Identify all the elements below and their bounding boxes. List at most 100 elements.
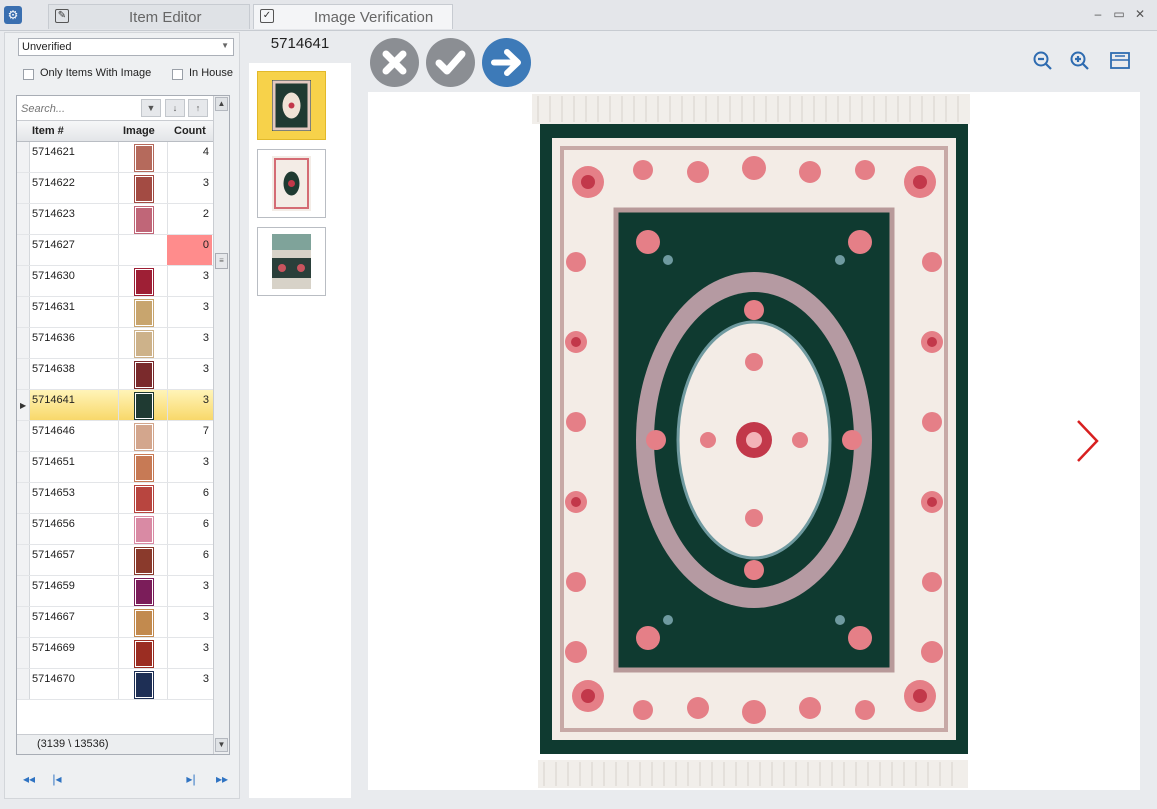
image-count: 3 bbox=[202, 270, 209, 282]
tab-image-verification[interactable]: ✓ Image Verification bbox=[253, 4, 453, 29]
image-cell bbox=[118, 607, 168, 637]
maximize-button[interactable]: ▭ bbox=[1111, 6, 1127, 22]
close-button[interactable]: ✕ bbox=[1132, 6, 1148, 22]
table-row[interactable]: 5714627 0 bbox=[17, 235, 213, 266]
table-row[interactable]: 5714621 4 bbox=[17, 142, 213, 173]
minimize-button[interactable]: – bbox=[1090, 6, 1106, 22]
table-row[interactable]: 5714667 3 bbox=[17, 607, 213, 638]
image-cell bbox=[118, 390, 168, 420]
image-thumbnail[interactable] bbox=[257, 71, 326, 140]
fit-page-icon[interactable] bbox=[1108, 50, 1130, 72]
image-cell bbox=[118, 328, 168, 358]
zoom-out-icon[interactable] bbox=[1032, 50, 1054, 72]
row-indicator bbox=[17, 204, 30, 234]
rug-thumbnail bbox=[135, 610, 153, 636]
approve-button[interactable] bbox=[426, 38, 475, 87]
row-indicator bbox=[17, 514, 30, 544]
previous-page-icon[interactable]: |◂ bbox=[48, 772, 66, 786]
reject-button[interactable] bbox=[370, 38, 419, 87]
column-header-image[interactable]: Image bbox=[123, 125, 155, 137]
item-number: 5714669 bbox=[32, 642, 75, 654]
table-row[interactable]: 5714653 6 bbox=[17, 483, 213, 514]
scroll-up-icon[interactable]: ▲ bbox=[215, 97, 228, 111]
search-input[interactable] bbox=[19, 99, 153, 118]
image-count: 3 bbox=[202, 580, 209, 592]
column-header-count[interactable]: Count bbox=[174, 125, 206, 137]
grid-scrollbar[interactable]: ▲ ≡ ▼ bbox=[213, 96, 229, 754]
table-row[interactable]: 5714659 3 bbox=[17, 576, 213, 607]
table-row[interactable]: 5714646 7 bbox=[17, 421, 213, 452]
table-row[interactable]: 5714623 2 bbox=[17, 204, 213, 235]
rug-thumbnail bbox=[135, 145, 153, 171]
item-number: 5714651 bbox=[32, 456, 75, 468]
only-items-with-image-label: Only Items With Image bbox=[40, 67, 152, 79]
zoom-in-icon[interactable] bbox=[1069, 50, 1091, 72]
table-row[interactable]: 5714656 6 bbox=[17, 514, 213, 545]
row-indicator bbox=[17, 173, 30, 203]
item-number: 5714656 bbox=[32, 518, 75, 530]
status-dropdown[interactable]: Unverified ▼ bbox=[18, 38, 234, 56]
filter-icon[interactable]: ▼ bbox=[141, 99, 161, 117]
image-count: 3 bbox=[202, 332, 209, 344]
row-indicator bbox=[17, 359, 30, 389]
sort-up-icon[interactable]: ↑ bbox=[188, 99, 208, 117]
sort-down-icon[interactable]: ↓ bbox=[165, 99, 185, 117]
rug-thumbnail bbox=[135, 455, 153, 481]
rug-thumbnail bbox=[135, 486, 153, 512]
table-row[interactable]: 5714670 3 bbox=[17, 669, 213, 700]
next-page-icon[interactable]: ▸| bbox=[182, 772, 200, 786]
item-number: 5714659 bbox=[32, 580, 75, 592]
tab-item-editor[interactable]: ✎ Item Editor bbox=[48, 4, 250, 29]
next-item-button[interactable] bbox=[482, 38, 531, 87]
in-house-checkbox[interactable] bbox=[172, 69, 183, 80]
scroll-down-icon[interactable]: ▼ bbox=[215, 738, 228, 752]
image-count: 0 bbox=[167, 235, 212, 265]
only-items-with-image-checkbox[interactable] bbox=[23, 69, 34, 80]
table-row[interactable]: 5714657 6 bbox=[17, 545, 213, 576]
image-cell bbox=[118, 669, 168, 699]
rug-thumbnail bbox=[135, 424, 153, 450]
row-indicator bbox=[17, 421, 30, 451]
checkbox-icon: ✓ bbox=[260, 9, 274, 23]
next-image-arrow-icon[interactable] bbox=[1075, 418, 1101, 464]
item-number: 5714638 bbox=[32, 363, 75, 375]
image-cell bbox=[118, 638, 168, 668]
table-row[interactable]: 5714636 3 bbox=[17, 328, 213, 359]
search-row: ▼ ↓ ↑ bbox=[17, 96, 213, 121]
row-indicator bbox=[17, 483, 30, 513]
row-indicator bbox=[17, 607, 30, 637]
image-thumbnail[interactable] bbox=[257, 149, 326, 218]
x-icon bbox=[382, 50, 407, 75]
row-indicator bbox=[17, 297, 30, 327]
table-row[interactable]: 5714638 3 bbox=[17, 359, 213, 390]
image-count: 6 bbox=[202, 549, 209, 561]
scroll-thumb[interactable]: ≡ bbox=[215, 253, 228, 269]
table-row[interactable]: 5714630 3 bbox=[17, 266, 213, 297]
row-indicator bbox=[17, 235, 30, 265]
table-row[interactable]: 5714631 3 bbox=[17, 297, 213, 328]
table-row[interactable]: 5714669 3 bbox=[17, 638, 213, 669]
tab-label: Item Editor bbox=[129, 9, 202, 26]
arrow-right-icon bbox=[491, 49, 521, 76]
row-indicator bbox=[17, 452, 30, 482]
rug-thumbnail bbox=[135, 176, 153, 202]
table-row[interactable]: 5714651 3 bbox=[17, 452, 213, 483]
item-number: 5714623 bbox=[32, 208, 75, 220]
last-page-icon[interactable]: ▸▸ bbox=[213, 772, 231, 786]
image-count: 3 bbox=[202, 611, 209, 623]
image-cell bbox=[118, 576, 168, 606]
column-header-item[interactable]: Item # bbox=[32, 125, 64, 137]
image-thumbnail[interactable] bbox=[257, 227, 326, 296]
image-count: 3 bbox=[202, 363, 209, 375]
table-row[interactable]: 5714622 3 bbox=[17, 173, 213, 204]
item-number: 5714636 bbox=[32, 332, 75, 344]
rug-image bbox=[532, 94, 970, 788]
first-page-icon[interactable]: ◂◂ bbox=[20, 772, 38, 786]
app-icon[interactable]: ⚙ bbox=[4, 6, 22, 24]
grid-header: Item # Image Count bbox=[17, 121, 213, 142]
row-indicator: ▶ bbox=[17, 390, 30, 420]
image-count: 6 bbox=[202, 487, 209, 499]
item-number: 5714621 bbox=[32, 146, 75, 158]
table-row[interactable]: ▶ 5714641 3 bbox=[17, 390, 213, 421]
item-number: 5714630 bbox=[32, 270, 75, 282]
